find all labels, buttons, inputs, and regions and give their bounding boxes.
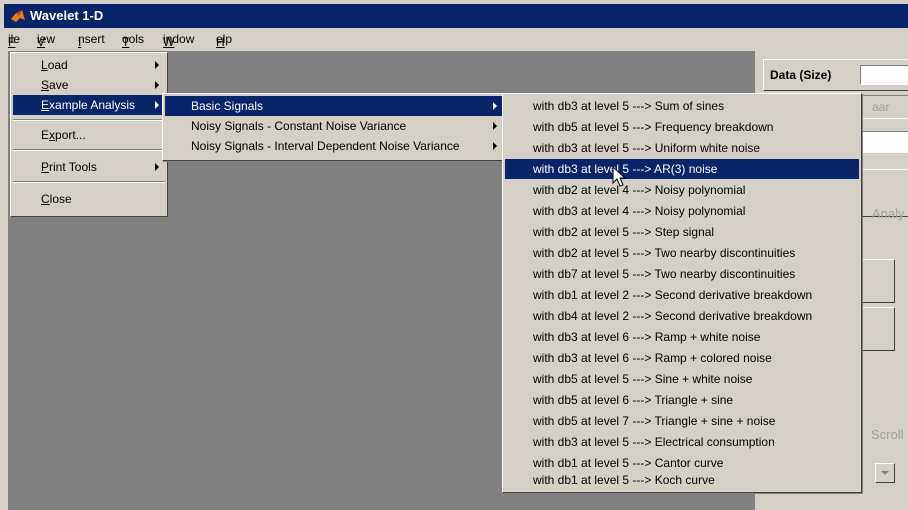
window-title: Wavelet 1-D: [30, 8, 104, 23]
signal-item[interactable]: with db5 at level 7 ---> Triangle + sine…: [505, 411, 859, 431]
file-menu-load[interactable]: Load: [13, 55, 165, 75]
signal-item[interactable]: with db3 at level 5 ---> Uniform white n…: [505, 138, 859, 158]
signal-item[interactable]: with db2 at level 5 ---> Step signal: [505, 222, 859, 242]
analyze-button-text[interactable]: Analy: [872, 206, 905, 221]
signal-item[interactable]: with db3 at level 5 ---> Electrical cons…: [505, 432, 859, 452]
wavelet-select[interactable]: aar: [855, 95, 908, 119]
chevron-down-icon: [881, 471, 889, 475]
menu-file[interactable]: File: [8, 32, 20, 49]
data-size-field: [860, 65, 908, 85]
menu-window[interactable]: Window: [163, 32, 194, 49]
signal-item[interactable]: with db1 at level 2 ---> Second derivati…: [505, 285, 859, 305]
wavelet-select-text: aar: [872, 100, 890, 114]
example-noisy-interval[interactable]: Noisy Signals - Interval Dependent Noise…: [165, 136, 503, 156]
example-noisy-constant[interactable]: Noisy Signals - Constant Noise Variance: [165, 116, 503, 136]
level-field[interactable]: [855, 131, 908, 153]
scroll-frame: Scroll: [855, 407, 908, 457]
menu-tools[interactable]: Tools: [122, 32, 144, 49]
signal-item-selected[interactable]: with db3 at level 5 ---> AR(3) noise: [505, 159, 859, 179]
file-menu-close[interactable]: Close: [13, 189, 165, 209]
menu-separator: [13, 149, 165, 151]
signal-item[interactable]: with db3 at level 6 ---> Ramp + colored …: [505, 348, 859, 368]
file-menu: Load Save Example Analysis Export... Pri…: [10, 52, 168, 217]
menu-bar: File View Insert Tools Window Help: [4, 29, 908, 51]
signal-item[interactable]: with db3 at level 4 ---> Noisy polynomia…: [505, 201, 859, 221]
file-menu-example-analysis[interactable]: Example Analysis: [13, 95, 165, 115]
signal-item[interactable]: with db5 at level 6 ---> Triangle + sine: [505, 390, 859, 410]
signal-item[interactable]: with db2 at level 5 ---> Two nearby disc…: [505, 243, 859, 263]
signal-item[interactable]: with db7 at level 5 ---> Two nearby disc…: [505, 264, 859, 284]
signal-item[interactable]: with db3 at level 5 ---> Sum of sines: [505, 96, 859, 116]
signal-item[interactable]: with db1 at level 5 ---> Koch curve: [505, 470, 859, 490]
matlab-icon: [11, 10, 25, 22]
scroll-dropdown[interactable]: [875, 463, 895, 483]
title-bar: Wavelet 1-D: [4, 4, 908, 28]
menu-insert[interactable]: Insert: [78, 32, 105, 49]
file-menu-print-tools[interactable]: Print Tools: [13, 157, 165, 177]
menu-separator: [13, 119, 165, 121]
data-size-frame: Data (Size): [763, 59, 908, 91]
signal-item[interactable]: with db4 at level 2 ---> Second derivati…: [505, 306, 859, 326]
signal-item[interactable]: with db5 at level 5 ---> Sine + white no…: [505, 369, 859, 389]
signal-item[interactable]: with db5 at level 5 ---> Frequency break…: [505, 117, 859, 137]
scroll-label: Scroll: [871, 427, 904, 442]
example-analysis-menu: Basic Signals Noisy Signals - Constant N…: [162, 93, 506, 161]
data-size-label: Data (Size): [770, 68, 832, 82]
menu-help[interactable]: Help: [216, 32, 232, 49]
basic-signals-menu: with db3 at level 5 ---> Sum of sines wi…: [502, 93, 862, 493]
file-menu-export[interactable]: Export...: [13, 125, 165, 145]
analyze-frame: Analy: [855, 169, 908, 221]
file-menu-save[interactable]: Save: [13, 75, 165, 95]
signal-item[interactable]: with db3 at level 6 ---> Ramp + white no…: [505, 327, 859, 347]
example-basic-signals[interactable]: Basic Signals: [165, 96, 503, 116]
menu-separator: [13, 181, 165, 183]
menu-view[interactable]: View: [37, 32, 55, 49]
mouse-cursor-icon: [612, 166, 627, 187]
wavelet-window: Wavelet 1-D File View Insert Tools Windo…: [0, 0, 908, 510]
signal-item[interactable]: with db2 at level 4 ---> Noisy polynomia…: [505, 180, 859, 200]
